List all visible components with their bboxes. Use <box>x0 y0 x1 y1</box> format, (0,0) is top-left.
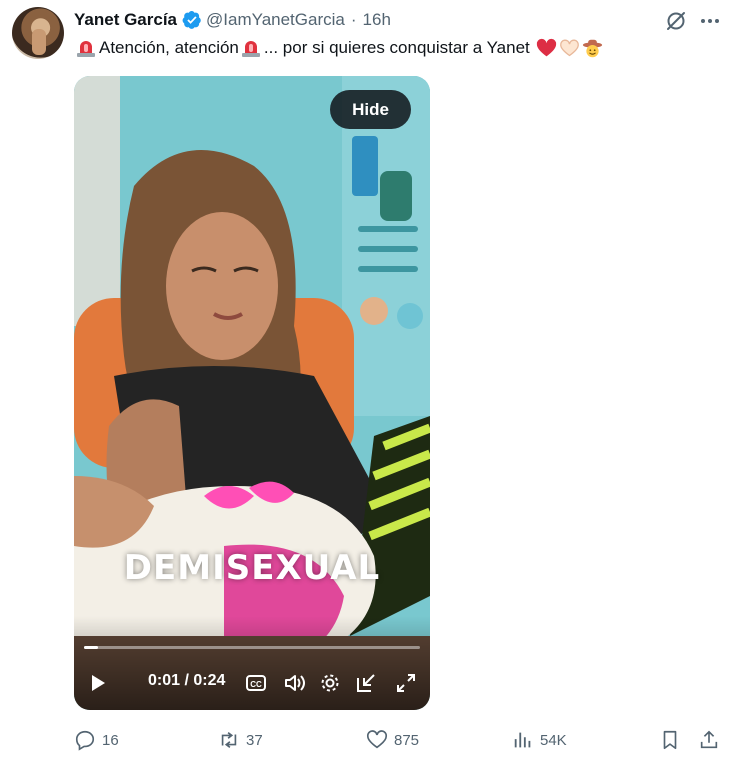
captions-button[interactable]: CC <box>244 670 268 696</box>
views-button[interactable]: 54K <box>512 727 567 753</box>
author-name[interactable]: Yanet García <box>74 10 177 30</box>
share-icon <box>700 730 718 749</box>
video-progress-fill <box>84 646 99 649</box>
header-separator: · <box>350 10 357 29</box>
author-avatar[interactable] <box>12 7 64 59</box>
tweet-actions: 16 37 875 54K <box>0 727 730 753</box>
repost-count: 37 <box>246 731 263 749</box>
bookmark-icon <box>663 730 677 750</box>
video-progress-bar[interactable] <box>84 646 420 649</box>
tweet-text: Atención, atención ... por si quieres co… <box>74 36 604 60</box>
verified-badge-icon <box>182 11 201 29</box>
cowboy-face-icon <box>582 39 602 57</box>
view-count: 54K <box>540 731 567 749</box>
bookmark-button[interactable] <box>659 727 681 753</box>
heart-hands-icon <box>559 39 579 56</box>
analytics-icon <box>514 732 531 748</box>
video-frame <box>74 76 430 710</box>
pip-icon <box>357 674 375 692</box>
reply-button[interactable]: 16 <box>74 727 119 753</box>
gear-icon <box>321 674 339 692</box>
tweet-text-part-1: Atención, atención <box>99 38 239 57</box>
volume-icon <box>285 675 305 691</box>
like-count: 875 <box>394 731 420 749</box>
volume-button[interactable] <box>283 670 307 696</box>
repost-icon <box>221 732 237 748</box>
heart-icon <box>367 730 387 749</box>
tweet-header: Yanet García @IamYanetGarcia · 16h <box>74 9 391 31</box>
share-button[interactable] <box>698 727 720 753</box>
fullscreen-button[interactable] <box>394 670 418 696</box>
repost-button[interactable]: 37 <box>218 727 263 753</box>
more-options-icon[interactable] <box>698 9 722 33</box>
picture-in-picture-button[interactable] <box>354 670 378 696</box>
tweet-text-part-2: ... por si quieres conquistar a Yanet <box>263 38 530 57</box>
svg-text:CC: CC <box>250 680 262 689</box>
captions-icon: CC <box>246 675 266 691</box>
police-light-icon <box>241 41 260 57</box>
tweet-timestamp[interactable]: 16h <box>363 10 391 30</box>
grok-icon[interactable] <box>664 9 688 33</box>
expand-icon <box>397 674 415 692</box>
like-button[interactable]: 875 <box>366 727 419 753</box>
video-time: 0:01 / 0:24 <box>148 672 226 689</box>
video-player[interactable]: Hide DEMISEXUAL 0:01 / 0:24 CC <box>74 76 430 710</box>
settings-button[interactable] <box>318 670 342 696</box>
reply-icon <box>75 730 95 751</box>
red-heart-icon <box>536 38 556 56</box>
play-icon <box>92 675 105 691</box>
author-handle[interactable]: @IamYanetGarcia <box>206 10 345 30</box>
hide-media-button[interactable]: Hide <box>330 90 411 129</box>
video-caption: DEMISEXUAL <box>123 548 381 588</box>
play-button[interactable] <box>86 670 110 696</box>
police-light-icon <box>77 41 95 57</box>
reply-count: 16 <box>102 731 119 749</box>
